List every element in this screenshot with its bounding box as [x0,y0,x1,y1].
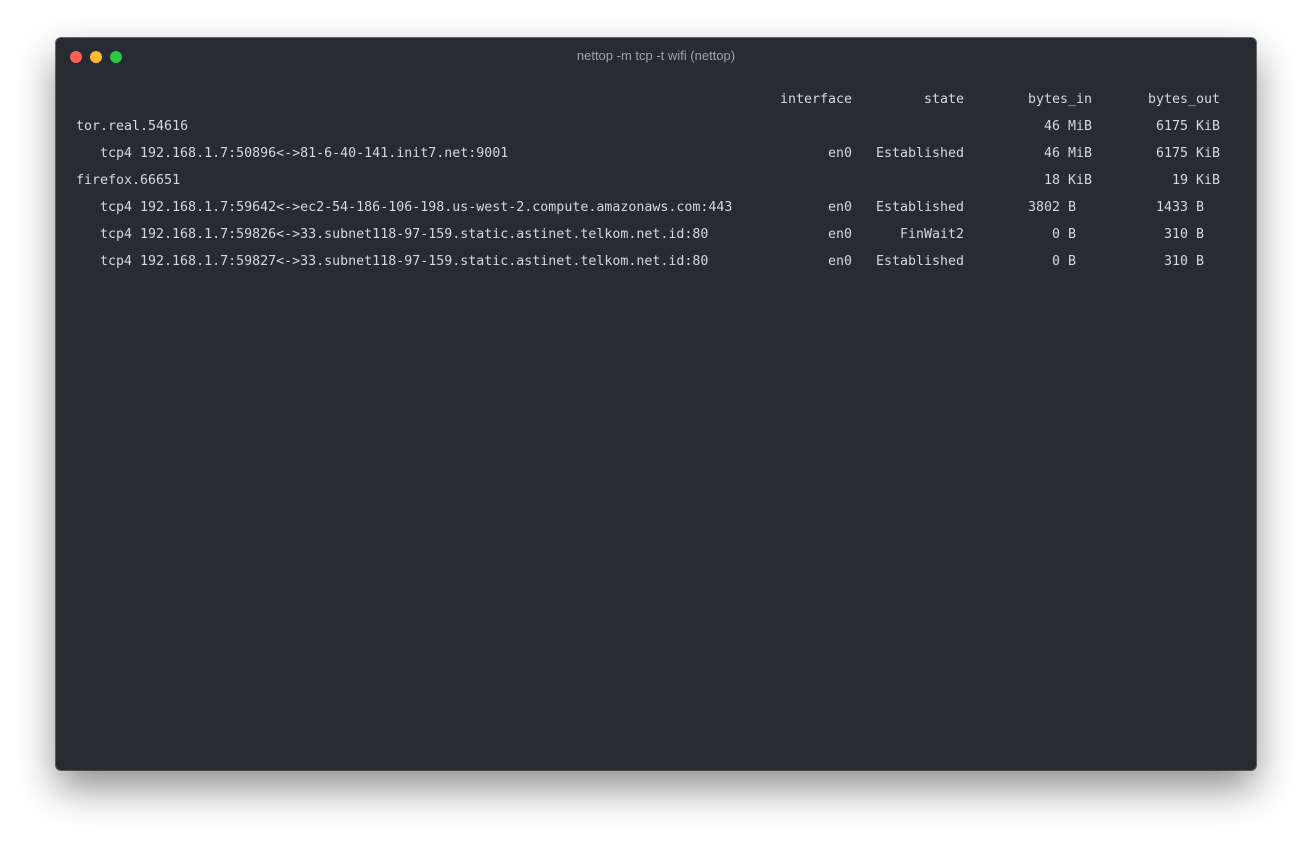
header-interface: interface [779,92,852,107]
bytes-in-value: 18 KiB [1043,173,1092,188]
bytes-out-value: 310 B [1163,227,1220,242]
header-bytes-out: bytes_out [1147,92,1220,107]
bytes-out-value: 19 KiB [1171,173,1220,188]
bytes-in-value: 46 MiB [1043,146,1092,161]
interface-value: en0 [827,227,852,242]
bytes-out-value: 310 B [1163,254,1220,269]
process-row: firefox.66651 18 KiB 19 KiB [56,171,1256,191]
bytes-in-value: 46 MiB [1043,119,1092,134]
interface-value: en0 [827,146,852,161]
terminal-output[interactable]: interface state bytes_in bytes_out tor.r… [56,38,1256,770]
connection-name: tcp4 192.168.1.7:50896<->81-6-40-141.ini… [100,146,509,161]
connection-row: tcp4 192.168.1.7:50896<->81-6-40-141.ini… [56,144,1256,164]
bytes-in-value: 3802 B [1027,200,1092,215]
interface-value: en0 [827,200,852,215]
bytes-out-value: 1433 B [1155,200,1220,215]
state-value: Established [875,254,964,269]
process-name: firefox.66651 [76,173,181,188]
process-name: tor.real.54616 [76,119,189,134]
connection-row: tcp4 192.168.1.7:59826<->33.subnet118-97… [56,225,1256,245]
connection-name: tcp4 192.168.1.7:59826<->33.subnet118-97… [100,227,709,242]
header-state: state [923,92,964,107]
state-value: Established [875,146,964,161]
bytes-in-value: 0 B [1051,227,1092,242]
connection-name: tcp4 192.168.1.7:59642<->ec2-54-186-106-… [100,200,733,215]
bytes-out-value: 6175 KiB [1155,119,1220,134]
state-value: FinWait2 [899,227,964,242]
bytes-out-value: 6175 KiB [1155,146,1220,161]
table-header-row: interface state bytes_in bytes_out [56,90,1256,110]
connection-row: tcp4 192.168.1.7:59642<->ec2-54-186-106-… [56,198,1256,218]
header-bytes-in: bytes_in [1027,92,1092,107]
terminal-window: nettop -m tcp -t wifi (nettop) interface… [56,38,1256,770]
interface-value: en0 [827,254,852,269]
connection-name: tcp4 192.168.1.7:59827<->33.subnet118-97… [100,254,709,269]
process-row: tor.real.54616 46 MiB 6175 KiB [56,117,1256,137]
state-value: Established [875,200,964,215]
bytes-in-value: 0 B [1051,254,1092,269]
connection-row: tcp4 192.168.1.7:59827<->33.subnet118-97… [56,252,1256,272]
